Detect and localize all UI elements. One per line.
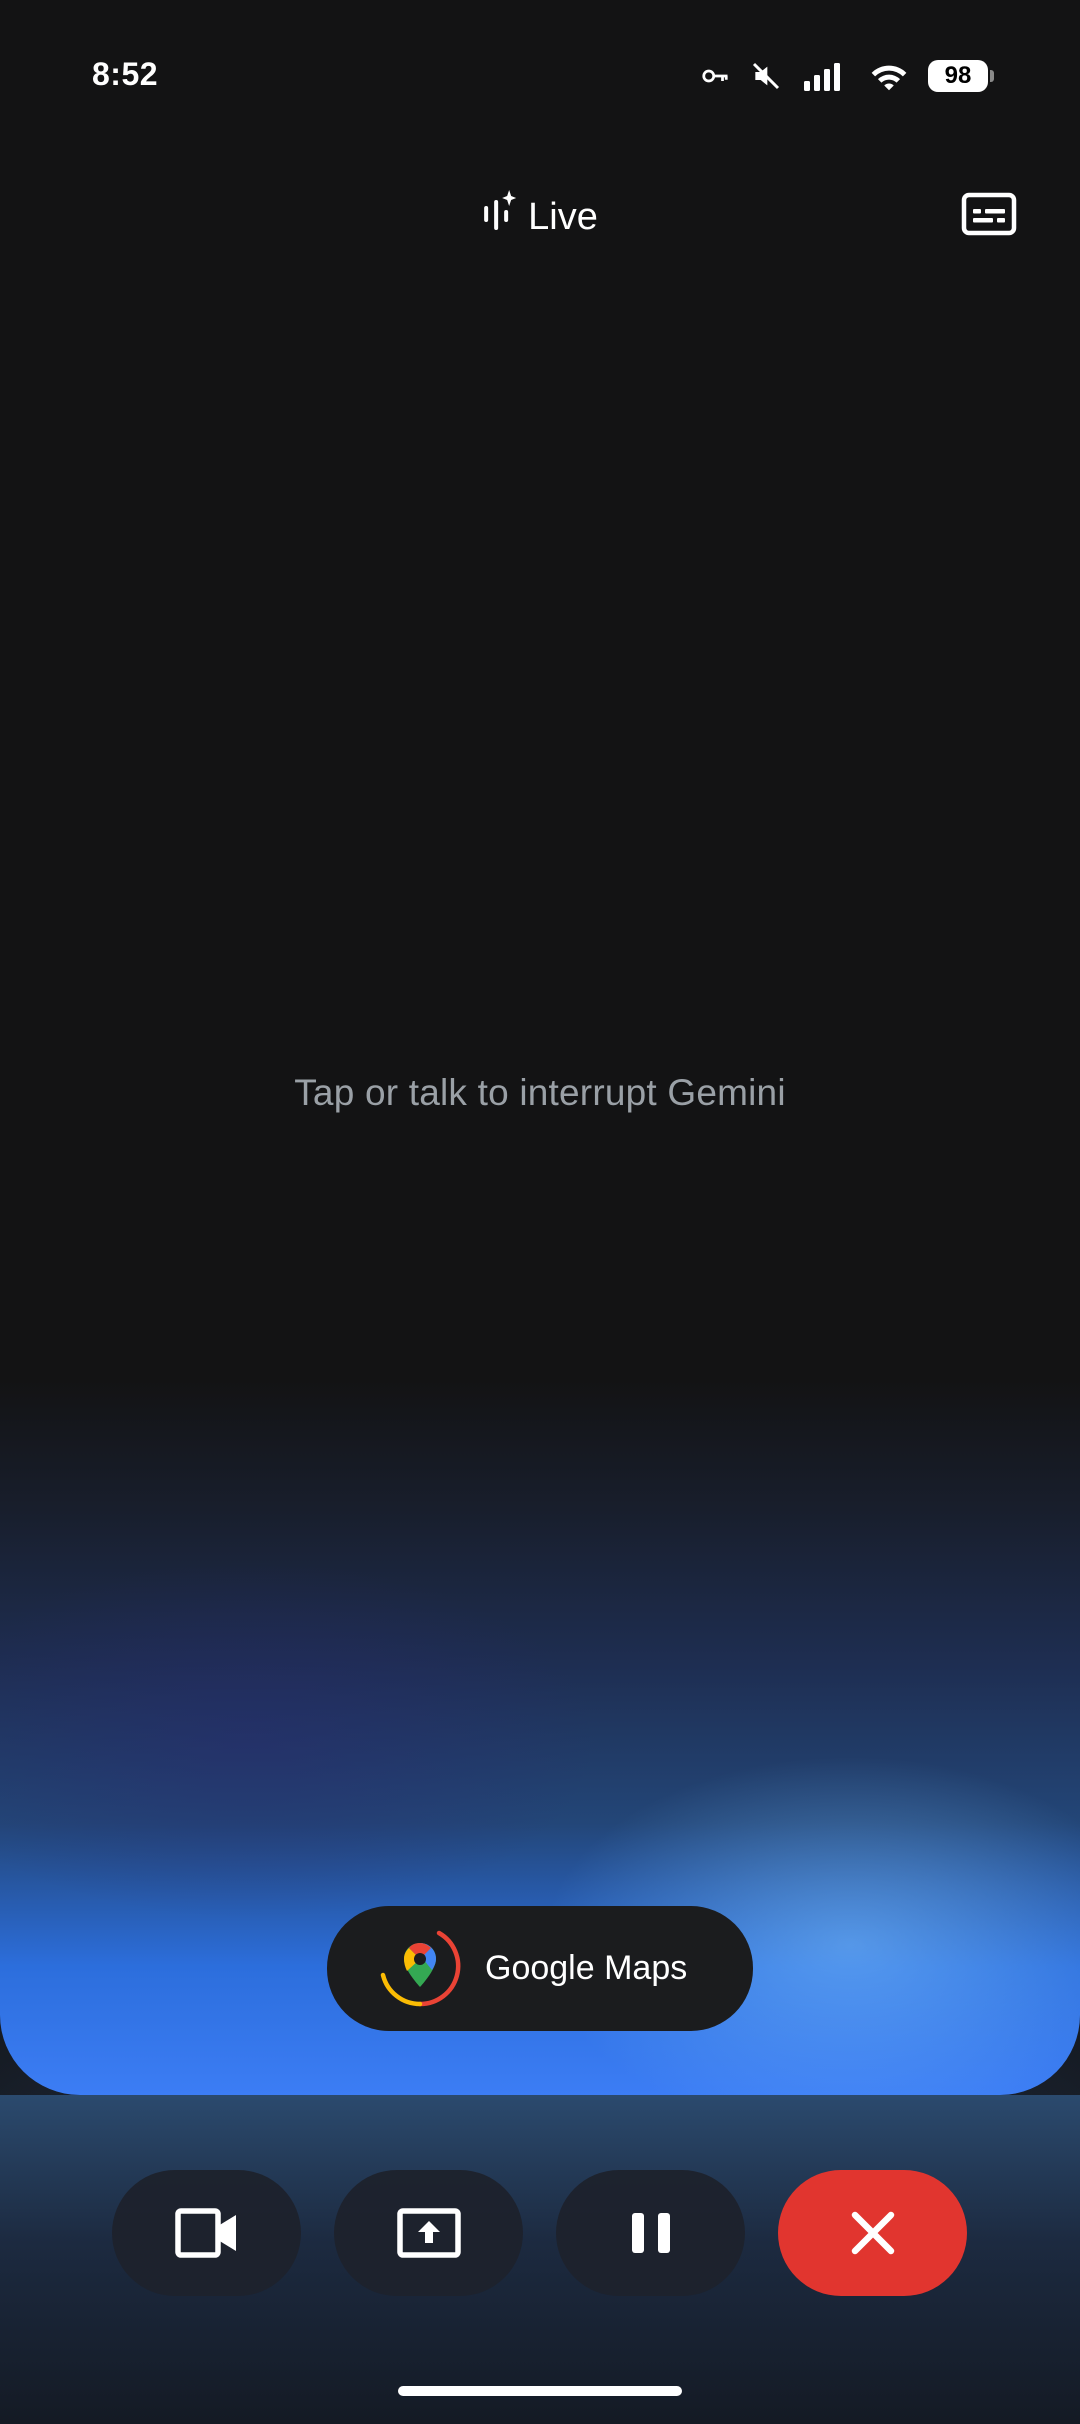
call-controls: [112, 2170, 967, 2296]
live-title: Live: [482, 190, 598, 244]
captions-button[interactable]: [956, 190, 1022, 238]
camera-button[interactable]: [112, 2170, 301, 2296]
home-indicator[interactable]: [398, 2386, 682, 2396]
gemini-live-sparkle-icon: [482, 190, 517, 244]
vpn-key-icon: [700, 61, 730, 91]
end-session-button[interactable]: [778, 2170, 967, 2296]
mute-icon: [750, 60, 782, 92]
screen-share-icon: [396, 2208, 461, 2258]
pause-button[interactable]: [556, 2170, 745, 2296]
close-icon: [851, 2211, 894, 2255]
status-bar: 8:52 98: [0, 0, 1080, 150]
video-camera-icon: [174, 2208, 236, 2258]
pause-icon: [631, 2213, 670, 2253]
captions-icon: [961, 192, 1017, 236]
share-screen-button[interactable]: [334, 2170, 523, 2296]
battery-icon: 98: [928, 60, 994, 92]
top-bar: Live: [0, 180, 1080, 250]
google-maps-label: Google Maps: [485, 1949, 688, 1987]
live-title-text: Live: [528, 195, 598, 238]
status-icons: 98: [700, 56, 994, 96]
google-maps-icon: [377, 1923, 463, 2014]
google-maps-extension-chip[interactable]: Google Maps: [327, 1906, 753, 2031]
wifi-icon: [870, 61, 908, 91]
status-time: 8:52: [92, 56, 159, 92]
gemini-live-screen: 8:52 98 Live Tap or talk to interrupt Ge…: [0, 0, 1080, 2424]
signal-icon: [802, 61, 850, 91]
interrupt-hint[interactable]: Tap or talk to interrupt Gemini: [0, 1072, 1080, 1114]
